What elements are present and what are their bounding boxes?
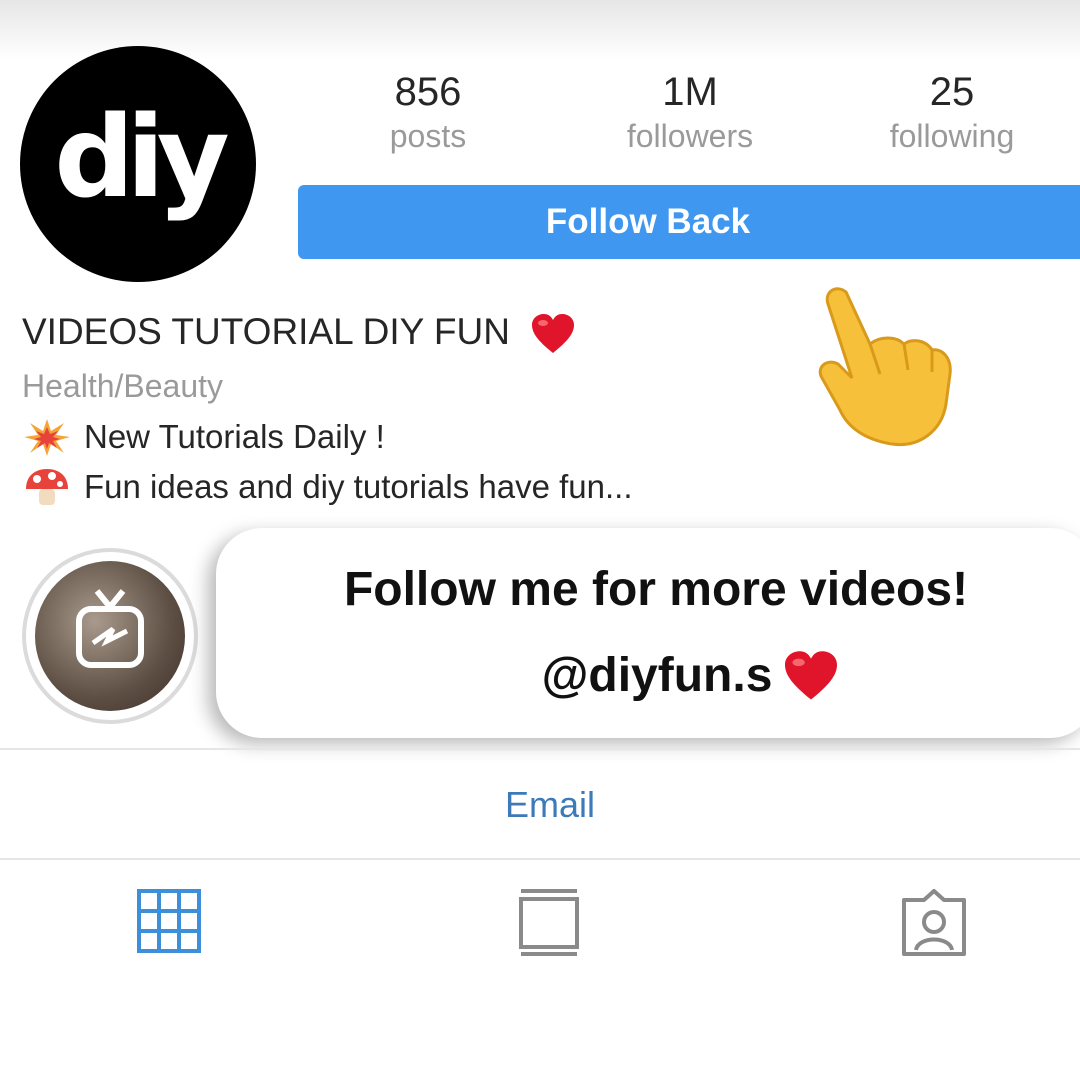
- mushroom-icon: [26, 469, 68, 505]
- profile-category: Health/Beauty: [22, 368, 224, 404]
- tagged-icon[interactable]: [900, 888, 968, 958]
- overlay-handle-row: @diyfun.s: [256, 646, 1056, 706]
- overlay-handle: @diyfun.s: [541, 649, 773, 702]
- following-count: 25: [929, 70, 975, 114]
- profile-name-row: VIDEOS TUTORIAL DIY FUN: [22, 310, 576, 355]
- divider: [0, 858, 1080, 860]
- feed-icon[interactable]: [518, 888, 580, 958]
- follow-back-button[interactable]: Follow Back: [298, 185, 1080, 259]
- followers-stat[interactable]: 1M followers: [590, 68, 790, 156]
- bio-text: Fun ideas and diy tutorials have fun...: [84, 468, 633, 505]
- pointing-hand-icon: [818, 287, 952, 447]
- followers-label: followers: [626, 118, 754, 154]
- following-stat[interactable]: 25 following: [852, 68, 1052, 156]
- highlight-thumbnail: [35, 561, 185, 711]
- igtv-icon: [76, 589, 144, 668]
- bio-line: Fun ideas and diy tutorials have fun...: [22, 466, 633, 508]
- posts-label: posts: [389, 118, 467, 154]
- igtv-highlight[interactable]: [22, 548, 198, 724]
- bio-text: New Tutorials Daily !: [84, 418, 385, 455]
- followers-count: 1M: [662, 70, 718, 114]
- posts-count: 856: [394, 70, 462, 114]
- posts-stat[interactable]: 856 posts: [328, 68, 528, 156]
- divider: [0, 748, 1080, 750]
- heart-icon: [785, 651, 838, 700]
- email-button[interactable]: Email: [450, 782, 650, 828]
- avatar-logo-text: diy: [54, 93, 230, 223]
- bio-line: New Tutorials Daily !: [22, 416, 385, 458]
- heart-icon: [532, 314, 575, 354]
- profile-avatar[interactable]: diy: [20, 46, 256, 282]
- following-label: following: [889, 118, 1015, 154]
- grid-icon[interactable]: [136, 888, 202, 954]
- profile-name: VIDEOS TUTORIAL DIY FUN: [22, 311, 510, 352]
- collision-icon: [24, 419, 70, 456]
- overlay-headline: Follow me for more videos!: [343, 563, 969, 616]
